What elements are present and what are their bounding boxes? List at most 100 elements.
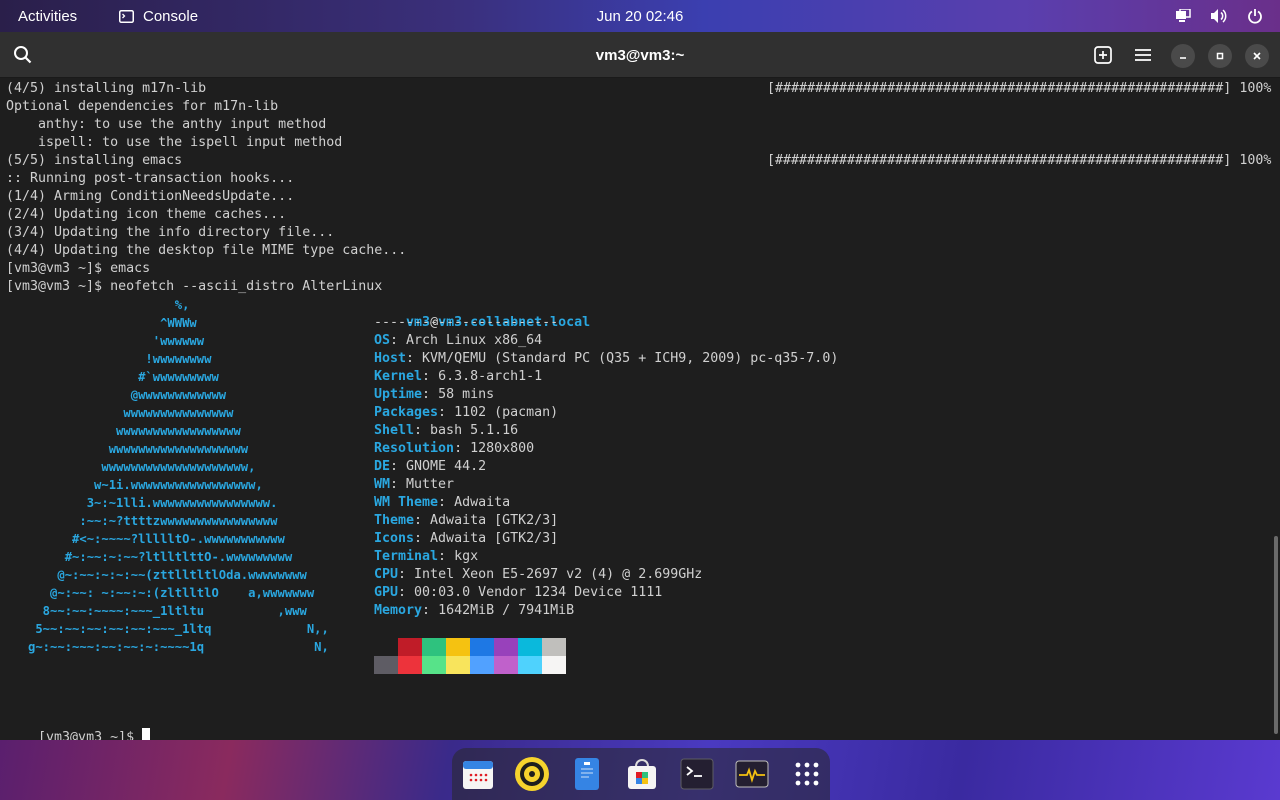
ascii-art-line: !wwwwwwww	[6, 352, 212, 366]
minimize-icon	[1180, 57, 1186, 59]
info-key: Resolution	[374, 441, 455, 456]
terminal-line: ispell: to use the ispell input method	[6, 135, 343, 150]
ascii-art-line: wwwwwwwwwwwwwwwwwww	[6, 442, 249, 456]
ascii-art-line: #~:~~:~:~~?ltlltlttO-.wwwwwwwww	[6, 550, 293, 564]
color-swatch	[518, 638, 542, 656]
ascii-art-line: wwwwwwwwwwwwwwwwwwww,	[6, 460, 256, 474]
window-title-container: vm3@vm3:~	[0, 32, 1280, 78]
terminal-line: (3/4) Updating the info directory file..…	[6, 225, 335, 240]
info-key: DE	[374, 459, 391, 474]
terminal-line: anthy: to use the anthy input method	[6, 117, 327, 132]
info-key: Icons	[374, 531, 415, 546]
info-value: 1280x800	[470, 441, 535, 456]
neofetch-info-row: Icons: Adwaita [GTK2/3]	[374, 531, 559, 546]
ascii-art-line: 'wwwwww	[6, 334, 205, 348]
clock-button[interactable]: Jun 20 02:46	[597, 8, 684, 25]
text-editor-icon[interactable]	[569, 756, 605, 792]
color-swatch	[470, 656, 494, 674]
info-key: Packages	[374, 405, 439, 420]
software-icon[interactable]	[624, 756, 660, 792]
search-icon[interactable]	[12, 44, 34, 66]
ascii-art-line: :~~:~?ttttzwwwwwwwwwwwwwwww	[6, 514, 278, 528]
calendar-icon[interactable]	[460, 756, 496, 792]
neofetch-info-row: Resolution: 1280x800	[374, 441, 535, 456]
info-key: Shell	[374, 423, 415, 438]
show-apps-icon[interactable]	[789, 756, 825, 792]
neofetch-info-row: Memory: 1642MiB / 7941MiB	[374, 603, 575, 618]
terminal-icon	[117, 7, 135, 25]
info-key: Kernel	[374, 369, 423, 384]
scrollbar[interactable]	[1274, 536, 1278, 734]
dash-dock	[452, 748, 830, 800]
info-value: Adwaita [GTK2/3]	[430, 531, 559, 546]
ascii-art-line: ^WWWw	[6, 316, 197, 330]
neofetch-info-row: WM: Mutter	[374, 477, 455, 492]
info-key: OS	[374, 333, 391, 348]
neofetch-info-row: Kernel: 6.3.8-arch1-1	[374, 369, 543, 384]
neofetch-info-row: Terminal: kgx	[374, 549, 479, 564]
info-value: Intel Xeon E5-2697 v2 (4) @ 2.699GHz	[414, 567, 703, 582]
color-swatch	[374, 656, 398, 674]
info-value: bash 5.1.16	[430, 423, 519, 438]
volume-icon[interactable]	[1210, 7, 1228, 25]
maximize-button[interactable]	[1208, 44, 1232, 68]
ascii-art-line: 3~:~1lli.wwwwwwwwwwwwwwww.	[6, 496, 278, 510]
info-key: CPU	[374, 567, 399, 582]
color-swatch	[542, 656, 566, 674]
neofetch-info-row: WM Theme: Adwaita	[374, 495, 511, 510]
info-key: WM	[374, 477, 391, 492]
close-button[interactable]	[1245, 44, 1269, 68]
ascii-art-line: @~:~~: ~:~~:~:(zltlltlO a,wwwwwww	[6, 586, 315, 600]
neofetch-info-row: DE: GNOME 44.2	[374, 459, 487, 474]
minimize-button[interactable]	[1171, 44, 1195, 68]
prompt-line: [vm3@vm3 ~]$	[6, 710, 151, 745]
activities-label: Activities	[18, 7, 78, 25]
info-key: Terminal	[374, 549, 439, 564]
terminal-line: (5/5) installing emacs	[6, 153, 183, 168]
ascii-art-line: wwwwwwwwwwwwwwwww	[6, 424, 241, 438]
ascii-art-line: g~:~~:~~~:~~:~~:~:~~~~1q N,	[6, 640, 329, 654]
info-value: kgx	[454, 549, 479, 564]
new-tab-icon[interactable]	[1092, 44, 1114, 66]
ascii-art-line: @~:~~:~:~:~~(zttlltltlOda.wwwwwwww	[6, 568, 307, 582]
network-wired-icon[interactable]	[1174, 7, 1192, 25]
color-swatch	[422, 656, 446, 674]
terminal-line: (4/5) installing m17n-lib	[6, 81, 207, 96]
ascii-art-line: #<~:~~~~?llllltO-.wwwwwwwwwww	[6, 532, 285, 546]
window-title: vm3@vm3:~	[595, 46, 685, 64]
neofetch-info-row: GPU: 00:03.0 Vendor 1234 Device 1111	[374, 585, 663, 600]
terminal-view[interactable]: (4/5) installing m17n-lib Optional depend…	[0, 78, 1280, 745]
power-icon[interactable]	[1246, 7, 1264, 25]
rhythmbox-icon[interactable]	[514, 756, 550, 792]
info-value: 58 mins	[438, 387, 495, 402]
ascii-art-line: @wwwwwwwwwwww	[6, 388, 227, 402]
system-monitor-icon[interactable]	[734, 756, 770, 792]
info-value: Mutter	[406, 477, 455, 492]
info-value: Adwaita [GTK2/3]	[430, 513, 559, 528]
color-swatch	[494, 638, 518, 656]
activities-button[interactable]: Activities	[18, 0, 77, 32]
app-menu-button[interactable]: Console	[117, 0, 198, 32]
neofetch-info-row: Host: KVM/QEMU (Standard PC (Q35 + ICH9,…	[374, 351, 839, 366]
console-icon[interactable]	[679, 756, 715, 792]
info-key: Memory	[374, 603, 423, 618]
hamburger-menu-icon[interactable]	[1132, 44, 1154, 66]
info-value: 1642MiB / 7941MiB	[438, 603, 575, 618]
ascii-art-line: %,	[6, 298, 190, 312]
top-bar: Activities Console Jun 20 02:46	[0, 0, 1280, 32]
neofetch-separator: -----------------------	[374, 315, 559, 330]
info-value: 6.3.8-arch1-1	[438, 369, 543, 384]
color-swatch	[494, 656, 518, 674]
progress-bar-text: [#######################################…	[767, 153, 1272, 168]
color-swatch	[470, 638, 494, 656]
info-key: Uptime	[374, 387, 423, 402]
maximize-icon	[1216, 52, 1224, 60]
color-swatch	[542, 638, 566, 656]
ascii-art-line: 5~~:~~:~~:~~:~~:~~~_1ltq N,,	[6, 622, 329, 636]
close-icon	[1253, 52, 1261, 60]
terminal-line: (2/4) Updating icon theme caches...	[6, 207, 287, 222]
color-swatch	[398, 638, 422, 656]
system-tray[interactable]	[1174, 0, 1264, 32]
neofetch-info-row: Packages: 1102 (pacman)	[374, 405, 559, 420]
terminal-line: [vm3@vm3 ~]$ neofetch --ascii_distro Alt…	[6, 279, 383, 294]
